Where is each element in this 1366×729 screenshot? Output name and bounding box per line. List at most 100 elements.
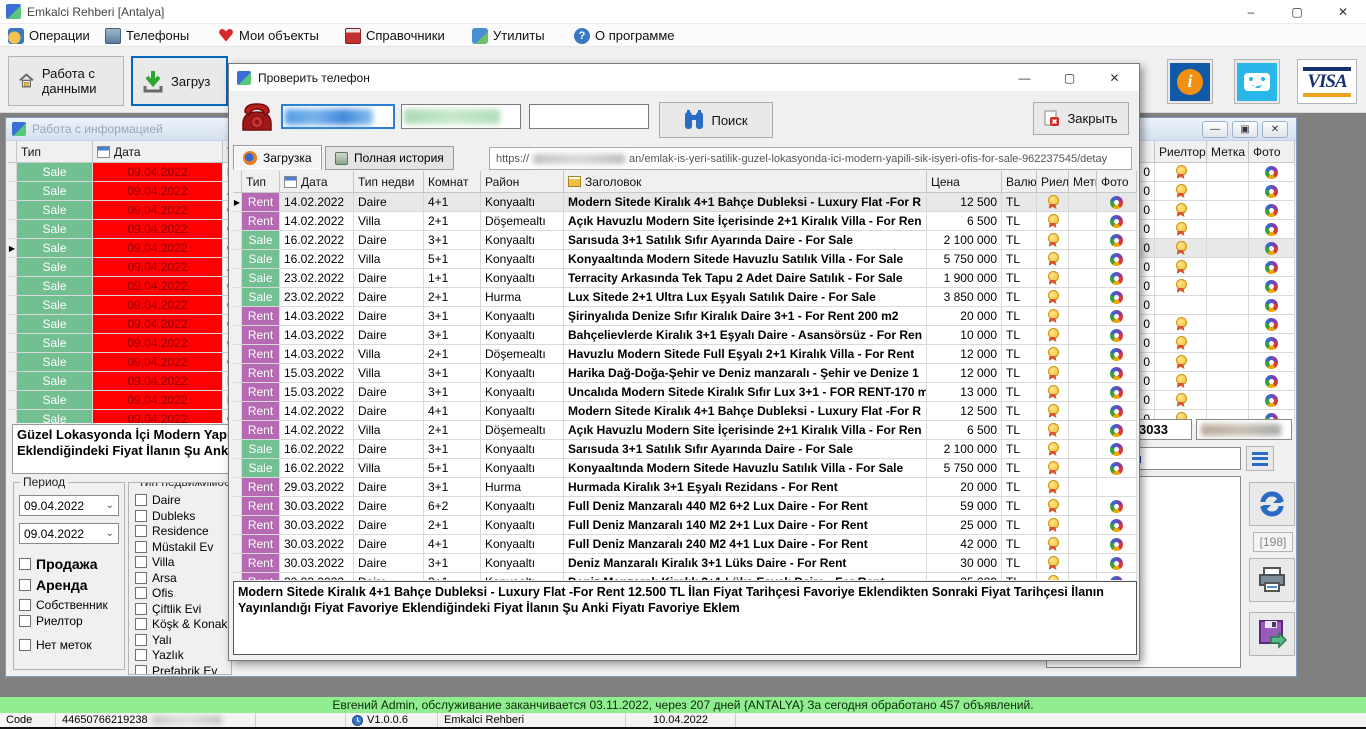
filter-checkbox-риелтор[interactable]: Риелтор [19, 614, 119, 628]
print-button[interactable] [1249, 558, 1295, 602]
photo-icon [1265, 375, 1278, 388]
photo-icon [1110, 405, 1123, 418]
child-minimize-icon[interactable]: — [1202, 121, 1228, 138]
listing-row[interactable]: Rent14.02.2022Villa2+1DöşemealtıAçık Hav… [233, 421, 1137, 440]
url-field[interactable]: https:// an/emlak-is-yeri-satilik-guzel-… [489, 147, 1132, 170]
phone-input-3[interactable] [529, 104, 649, 129]
property-type-checkbox[interactable]: Dubleks [135, 509, 227, 523]
chat-button[interactable] [1234, 59, 1280, 104]
filter-checkbox-no-marks[interactable]: Нет меток [19, 638, 119, 652]
refresh-button[interactable] [1249, 482, 1295, 526]
maximize-icon[interactable]: ▢ [1274, 0, 1320, 24]
menu-my-objects[interactable]: Мои объекты [218, 24, 319, 47]
listing-col-header[interactable]: Риелт [1037, 171, 1069, 193]
listing-row[interactable]: Rent30.03.2022Daire6+2KonyaaltıFull Deni… [233, 497, 1137, 516]
property-type-checkbox[interactable]: Yazlık [135, 648, 227, 662]
listing-row[interactable]: Rent29.03.2022Daire3+1HurmaHurmada Kiral… [233, 478, 1137, 497]
info-window-title: Работа с информацией [32, 122, 163, 136]
heart-icon [218, 28, 234, 44]
phone-input-1[interactable] [281, 104, 395, 129]
number-field[interactable]: 3033 [1134, 419, 1192, 440]
property-type-checkbox[interactable]: Köşk & Konak [135, 617, 227, 631]
download-button[interactable]: Загруз [131, 56, 228, 106]
listing-row[interactable]: Sale23.02.2022Daire2+1HurmaLux Sitede 2+… [233, 288, 1137, 307]
tab-download[interactable]: Загрузка [233, 145, 322, 170]
listing-row[interactable]: Rent30.03.2022Daire3+1KonyaaltıDeniz Man… [233, 573, 1137, 580]
close-button[interactable]: Закрыть [1033, 102, 1129, 135]
menu-operations[interactable]: Операции [8, 24, 90, 47]
property-type-checkbox[interactable]: Villa [135, 555, 227, 569]
info-button[interactable]: i [1167, 59, 1213, 104]
property-type-checkbox[interactable]: Yalı [135, 633, 227, 647]
menu-phones[interactable]: Телефоны [105, 24, 189, 47]
filter-checkbox-собственник[interactable]: Собственник [19, 598, 119, 612]
visa-button[interactable]: VISA [1297, 59, 1357, 104]
listing-row[interactable]: Sale16.02.2022Villa5+1KonyaaltıKonyaaltı… [233, 459, 1137, 478]
info-col-header[interactable]: Дата [93, 141, 223, 163]
property-type-checkbox[interactable]: Çiftlik Evi [135, 602, 227, 616]
hidden-field[interactable] [1196, 419, 1292, 440]
work-with-data-button[interactable]: Работа с данными [8, 56, 124, 106]
search-button[interactable]: Поиск [659, 102, 773, 138]
listing-row[interactable]: Rent30.03.2022Daire2+1KonyaaltıFull Deni… [233, 516, 1137, 535]
menu-about[interactable]: ? О программе [574, 24, 675, 47]
listing-col-header[interactable] [233, 171, 242, 193]
listing-col-header[interactable]: Заголовок [564, 171, 927, 193]
listing-row[interactable]: Rent14.02.2022Villa2+1DöşemealtıAçık Hav… [233, 212, 1137, 231]
info-col-header[interactable] [8, 141, 17, 163]
listing-row[interactable]: Sale16.02.2022Daire3+1KonyaaltıSarısuda … [233, 231, 1137, 250]
listing-row[interactable]: Rent15.03.2022Villa3+1KonyaaltıHarika Da… [233, 364, 1137, 383]
listing-col-header[interactable]: Метк [1069, 171, 1097, 193]
info-col-header[interactable]: Фото [1249, 141, 1295, 163]
child-restore-icon[interactable]: ▣ [1232, 121, 1258, 138]
utilities-icon [472, 28, 488, 44]
list-button[interactable] [1246, 446, 1274, 471]
property-type-checkbox[interactable]: Müstakil Ev [135, 540, 227, 554]
app-icon [6, 4, 21, 19]
export-button[interactable] [1249, 612, 1295, 656]
listing-row[interactable]: Sale16.02.2022Daire3+1KonyaaltıSarısuda … [233, 440, 1137, 459]
listing-row[interactable]: Rent14.03.2022Daire3+1KonyaaltıŞirinyalı… [233, 307, 1137, 326]
menu-references[interactable]: Справочники [345, 24, 445, 47]
close-icon[interactable]: ✕ [1320, 0, 1366, 24]
dialog-close-icon[interactable]: ✕ [1092, 64, 1137, 91]
property-type-checkbox[interactable]: Ofis [135, 586, 227, 600]
listing-col-header[interactable]: Фото [1097, 171, 1137, 193]
listing-col-header[interactable]: Валют [1002, 171, 1037, 193]
listing-col-header[interactable]: Цена [927, 171, 1002, 193]
date-to-select[interactable]: 09.04.2022⌄ [19, 523, 119, 544]
listing-row[interactable]: Rent14.02.2022Daire4+1KonyaaltıModern Si… [233, 402, 1137, 421]
listing-row[interactable]: Sale23.02.2022Daire1+1KonyaaltıTerracity… [233, 269, 1137, 288]
minimize-icon[interactable]: – [1228, 0, 1274, 24]
listing-col-header[interactable]: Тип [242, 171, 280, 193]
info-col-header[interactable]: Тип [17, 141, 93, 163]
listing-col-header[interactable]: Район [481, 171, 564, 193]
short-text-field[interactable]: cı [1126, 447, 1241, 470]
date-from-select[interactable]: 09.04.2022⌄ [19, 495, 119, 516]
property-type-checkbox[interactable]: Arsa [135, 571, 227, 585]
listing-col-header[interactable]: Комнат [424, 171, 481, 193]
property-type-checkbox[interactable]: Prefabrik Ev [135, 664, 227, 676]
listing-row[interactable]: Rent14.03.2022Daire3+1KonyaaltıBahçeliev… [233, 326, 1137, 345]
listing-row[interactable]: Rent15.03.2022Daire3+1KonyaaltıUncalıda … [233, 383, 1137, 402]
tab-full-history[interactable]: Полная история [325, 146, 454, 170]
listing-col-header[interactable]: Дата [280, 171, 354, 193]
property-type-checkbox[interactable]: Residence [135, 524, 227, 538]
dialog-maximize-icon[interactable]: ▢ [1047, 64, 1092, 91]
listing-row[interactable]: Rent14.03.2022Villa2+1DöşemealtıHavuzlu … [233, 345, 1137, 364]
checkbox-icon [135, 634, 147, 646]
menu-utilities[interactable]: Утилиты [472, 24, 545, 47]
listing-row[interactable]: Rent30.03.2022Daire3+1KonyaaltıDeniz Man… [233, 554, 1137, 573]
filter-checkbox-продажа[interactable]: Продажа [19, 556, 119, 572]
listing-row[interactable]: Sale16.02.2022Villa5+1KonyaaltıKonyaaltı… [233, 250, 1137, 269]
filter-checkbox-аренда[interactable]: Аренда [19, 577, 119, 593]
phone-input-2[interactable] [401, 104, 521, 129]
listing-col-header[interactable]: Тип недви [354, 171, 424, 193]
child-close-icon[interactable]: ✕ [1262, 121, 1288, 138]
listing-row[interactable]: Rent30.03.2022Daire4+1KonyaaltıFull Deni… [233, 535, 1137, 554]
info-col-header[interactable]: Метка [1207, 141, 1249, 163]
property-type-checkbox[interactable]: Daire [135, 493, 227, 507]
info-col-header[interactable]: Риелтор [1155, 141, 1207, 163]
listing-row[interactable]: ▶Rent14.02.2022Daire4+1KonyaaltıModern S… [233, 193, 1137, 212]
dialog-minimize-icon[interactable]: — [1002, 64, 1047, 91]
